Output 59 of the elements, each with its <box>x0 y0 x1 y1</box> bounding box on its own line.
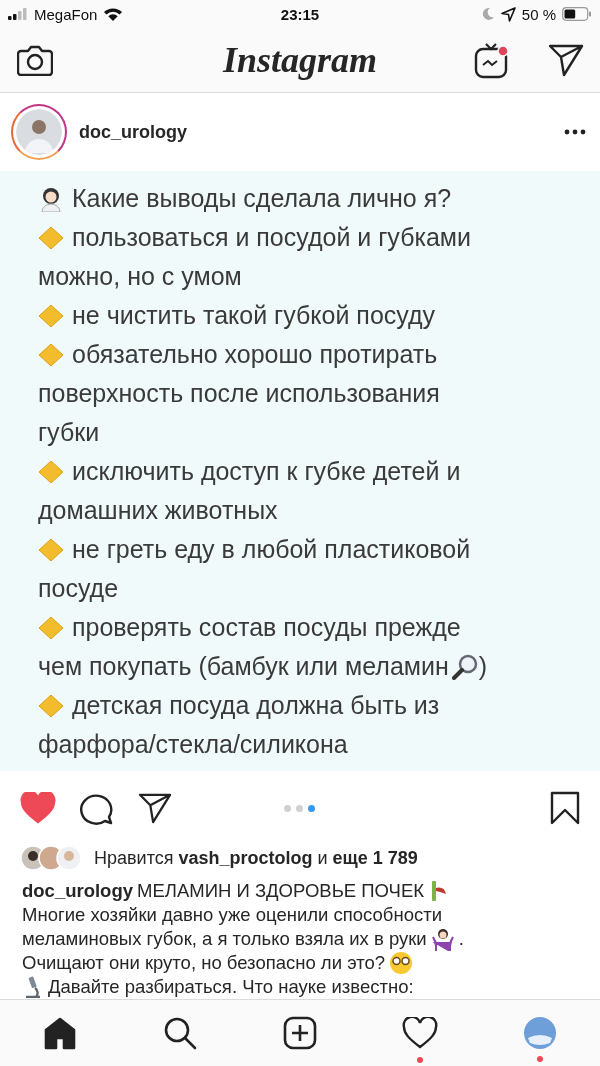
slide-text: можно, но с умом <box>38 261 242 292</box>
slide-text: Какие выводы сделала лично я? <box>72 183 452 214</box>
like-icon[interactable] <box>20 792 56 824</box>
person-icon <box>430 927 455 951</box>
share-icon[interactable] <box>138 792 172 824</box>
username[interactable]: doc_urology <box>79 121 564 143</box>
slide-text: губки <box>38 417 100 448</box>
diamond-icon <box>38 458 64 485</box>
comment-icon[interactable] <box>80 791 114 825</box>
caption-text: Многие хозяйки давно уже оценили способности <box>22 903 443 927</box>
caption-text: . <box>458 927 464 951</box>
wifi-icon <box>103 7 124 21</box>
diamond-icon <box>38 692 64 719</box>
slide-text: не греть еду в любой пластиковой <box>72 534 471 565</box>
search-icon[interactable] <box>163 1016 197 1050</box>
battery-percent: 50 % <box>521 5 556 23</box>
slide-text: детская посуда должна быть из <box>72 690 440 721</box>
camera-icon[interactable] <box>17 44 53 76</box>
add-icon[interactable] <box>283 1016 317 1050</box>
slide-text: обязательно хорошо протирать <box>72 339 438 370</box>
caption-text: меламиновых губок, а я только взяла их в руки <box>22 927 427 951</box>
story-avatar[interactable] <box>11 104 67 160</box>
location-icon <box>500 6 516 22</box>
home-icon[interactable] <box>43 1016 77 1050</box>
slide-text: поверхность после использования <box>38 378 440 409</box>
slide-text: посуде <box>38 573 119 604</box>
person-icon <box>38 185 64 212</box>
caption-title: МЕЛАМИН И ЗДОРОВЬЕ ПОЧЕК <box>137 879 424 903</box>
battery-icon <box>562 7 592 21</box>
slide-text: не чистить такой губкой посуду <box>72 300 436 331</box>
slide-text: исключить доступ к губке детей и <box>72 456 461 487</box>
tv-icon[interactable] <box>474 41 510 79</box>
slide-text: ) <box>478 651 488 682</box>
caption-text: Давайте разбираться. Что науке известно: <box>48 975 414 999</box>
diamond-icon <box>38 341 64 368</box>
carrier-name: MegaFon <box>34 5 98 23</box>
caption-text: Очищают они круто, но безопасно ли это? <box>22 951 386 975</box>
slide-text: фарфора/стекла/силикона <box>38 729 348 760</box>
more-icon[interactable] <box>564 129 586 135</box>
profile-avatar[interactable] <box>523 1016 557 1050</box>
diamond-icon <box>38 536 64 563</box>
likes-text: Нравится vash_proctolog и еще 1 789 <box>94 847 418 869</box>
diamond-icon <box>38 614 64 641</box>
diamond-icon <box>38 224 64 251</box>
glasses-emoji-icon <box>389 951 414 975</box>
slide-text: проверять состав посуды прежде <box>72 612 461 643</box>
signal-icon <box>8 8 28 20</box>
diamond-icon <box>38 302 64 329</box>
slide-text: пользоваться и посудой и губками <box>72 222 471 253</box>
slide-text: домашних животных <box>38 495 278 526</box>
slide-text: чем покупать (бамбук или меламин <box>38 651 449 682</box>
moon-icon <box>480 7 495 21</box>
send-icon[interactable] <box>548 43 584 77</box>
app-logo: Instagram <box>222 39 378 81</box>
bookmark-icon[interactable] <box>550 791 580 825</box>
heart-icon[interactable] <box>402 1017 438 1049</box>
username-link[interactable]: doc_urology <box>22 879 133 903</box>
magnifier-icon <box>450 653 479 680</box>
clock-time: 23:15 <box>280 5 320 23</box>
